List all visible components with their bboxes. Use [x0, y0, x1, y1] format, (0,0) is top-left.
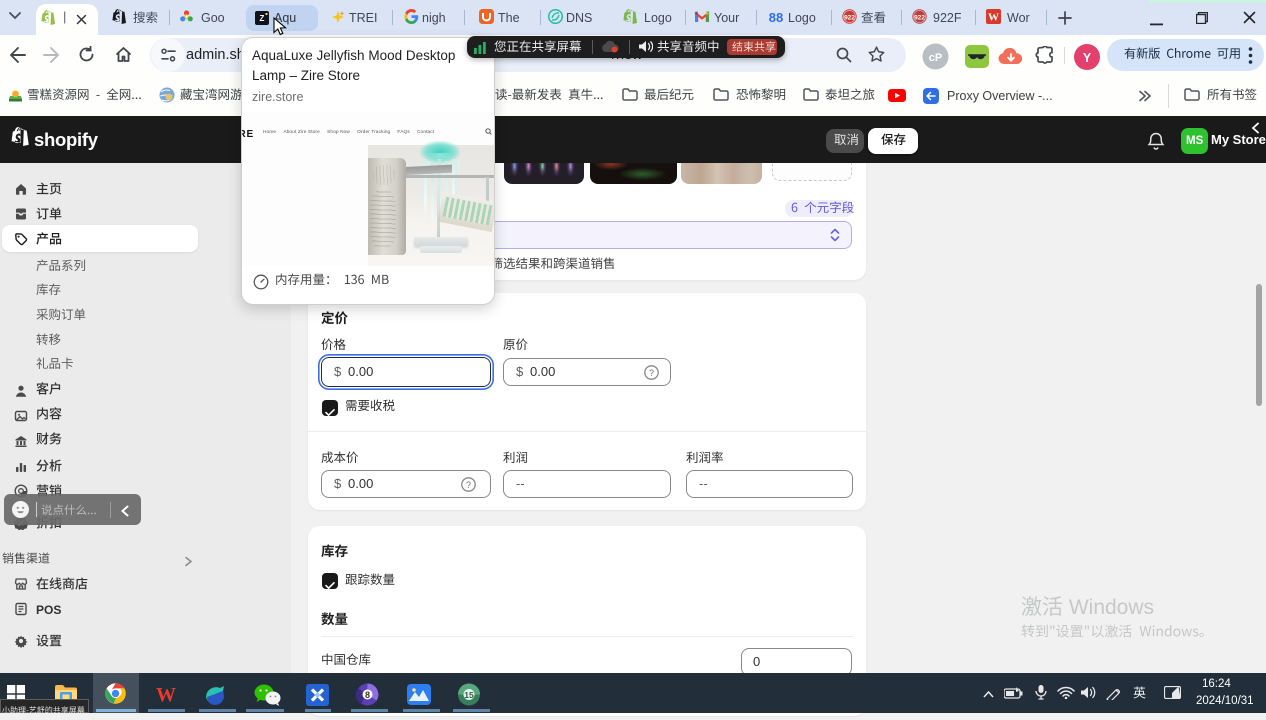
svg-text:cP: cP	[929, 52, 942, 64]
svg-text:922: 922	[914, 14, 925, 21]
svg-text:?: ?	[466, 480, 471, 490]
svg-text:?: ?	[649, 368, 654, 378]
svg-text:15: 15	[464, 690, 474, 700]
svg-text:Y: Y	[1083, 51, 1092, 65]
svg-text:88: 88	[769, 10, 783, 24]
svg-text:922: 922	[844, 14, 855, 21]
svg-text:Z: Z	[260, 14, 265, 23]
svg-text:W: W	[156, 684, 176, 704]
svg-text:W: W	[988, 12, 999, 24]
svg-text:8: 8	[365, 690, 370, 700]
